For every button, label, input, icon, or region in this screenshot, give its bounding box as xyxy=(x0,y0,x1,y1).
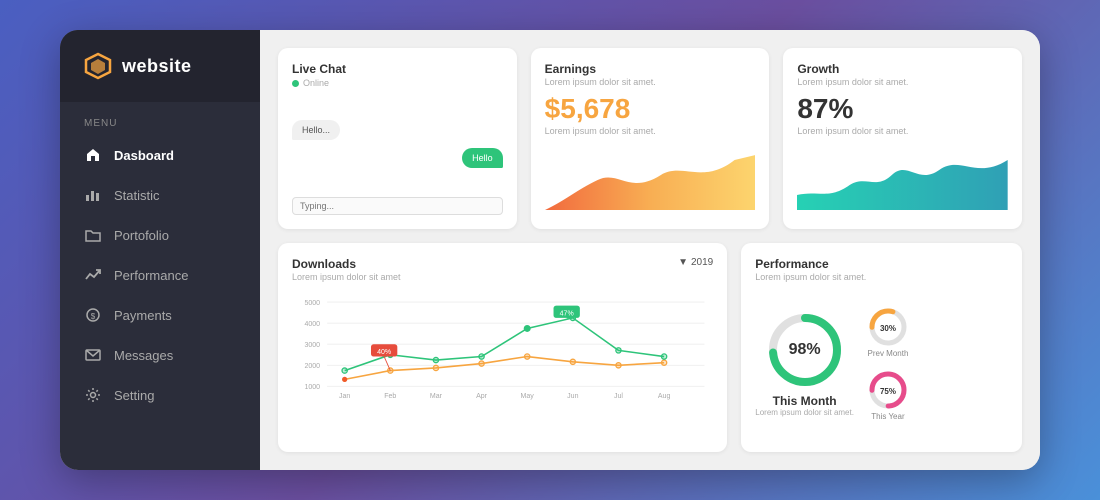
downloads-title: Downloads xyxy=(292,257,401,271)
sidebar-item-payments[interactable]: $ Payments xyxy=(60,295,260,335)
prev-month-label: Prev Month xyxy=(868,349,909,358)
chat-input[interactable] xyxy=(292,197,503,215)
downloads-card: Downloads Lorem ipsum dolor sit amet ▼ 2… xyxy=(278,243,727,452)
chat-area: Hello... Hello xyxy=(292,96,503,215)
growth-percent: 87% xyxy=(797,93,1008,125)
online-text: Online xyxy=(303,78,329,88)
growth-chart xyxy=(797,140,1008,215)
logo-text: website xyxy=(122,56,192,77)
live-chat-card: Live Chat Online Hello... Hello xyxy=(278,48,517,229)
sidebar-item-label: Dasboard xyxy=(114,148,174,163)
performance-title: Performance xyxy=(755,257,1008,271)
svg-text:75%: 75% xyxy=(880,387,896,396)
online-dot xyxy=(292,80,299,87)
svg-text:Jan: Jan xyxy=(339,393,350,400)
svg-text:$: $ xyxy=(91,312,96,321)
sidebar-item-performance[interactable]: Performance xyxy=(60,255,260,295)
svg-text:30%: 30% xyxy=(880,324,896,333)
sidebar-item-label: Messages xyxy=(114,348,173,363)
earnings-amount: $5,678 xyxy=(545,93,756,125)
svg-text:3000: 3000 xyxy=(304,342,320,349)
svg-text:4000: 4000 xyxy=(304,321,320,328)
growth-subtitle: Lorem ipsum dolor sit amet. xyxy=(797,77,1008,87)
sidebar-item-label: Setting xyxy=(114,388,154,403)
sidebar-item-statistic[interactable]: Statistic xyxy=(60,175,260,215)
home-icon xyxy=(84,146,102,164)
svg-text:40%: 40% xyxy=(377,349,391,356)
gear-icon xyxy=(84,386,102,404)
svg-text:1000: 1000 xyxy=(304,384,320,391)
perf-right: 30% Prev Month 75% This Year xyxy=(866,305,910,421)
nav-items: Dasboard Statistic Portofolio Performanc… xyxy=(60,135,260,470)
growth-card: Growth Lorem ipsum dolor sit amet. 87% L… xyxy=(783,48,1022,229)
main-donut-label: 98% xyxy=(789,341,821,359)
chat-bubble-right: Hello xyxy=(462,148,503,168)
sidebar-item-messages[interactable]: Messages xyxy=(60,335,260,375)
this-year-donut: 75% This Year xyxy=(866,368,910,421)
this-year-label: This Year xyxy=(871,412,904,421)
sidebar-item-label: Portofolio xyxy=(114,228,169,243)
earnings-chart xyxy=(545,140,756,215)
chevron-down-icon: ▼ xyxy=(678,257,688,268)
mail-icon xyxy=(84,346,102,364)
earnings-subtitle2: Lorem ipsum dolor sit amet. xyxy=(545,126,756,136)
sidebar-item-label: Payments xyxy=(114,308,172,323)
main-container: website Menu Dasboard Statistic Porto xyxy=(60,30,1040,470)
this-month-sub: Lorem ipsum dolor sit amet. xyxy=(755,408,854,417)
growth-subtitle2: Lorem ipsum dolor sit amet. xyxy=(797,126,1008,136)
downloads-subtitle: Lorem ipsum dolor sit amet xyxy=(292,272,401,282)
performance-card: Performance Lorem ipsum dolor sit amet. … xyxy=(741,243,1022,452)
downloads-header: Downloads Lorem ipsum dolor sit amet ▼ 2… xyxy=(292,257,713,282)
sidebar-item-portfolio[interactable]: Portofolio xyxy=(60,215,260,255)
folder-icon xyxy=(84,226,102,244)
svg-text:May: May xyxy=(521,393,535,400)
svg-text:Aug: Aug xyxy=(658,393,671,400)
year-badge: ▼ 2019 xyxy=(678,257,713,268)
this-month-label: This Month xyxy=(755,394,854,408)
top-cards-row: Live Chat Online Hello... Hello xyxy=(278,48,1022,229)
online-badge: Online xyxy=(292,78,503,88)
logo-icon xyxy=(84,52,112,80)
svg-text:Jun: Jun xyxy=(567,393,578,400)
sidebar: website Menu Dasboard Statistic Porto xyxy=(60,30,260,470)
svg-text:5000: 5000 xyxy=(304,300,320,307)
sidebar-item-setting[interactable]: Setting xyxy=(60,375,260,415)
perf-inner: 98% This Month Lorem ipsum dolor sit ame… xyxy=(755,288,1008,438)
downloads-chart: 5000 4000 3000 2000 1000 Jan Feb Mar Apr… xyxy=(292,286,713,438)
menu-label: Menu xyxy=(60,102,260,135)
svg-text:Feb: Feb xyxy=(384,393,396,400)
year-label: 2019 xyxy=(691,257,713,268)
svg-text:2000: 2000 xyxy=(304,363,320,370)
bar-chart-icon xyxy=(84,186,102,204)
svg-text:Jul: Jul xyxy=(614,393,623,400)
svg-text:47%: 47% xyxy=(560,310,574,317)
earnings-card: Earnings Lorem ipsum dolor sit amet. $5,… xyxy=(531,48,770,229)
svg-text:Mar: Mar xyxy=(430,393,443,400)
svg-text:Apr: Apr xyxy=(476,393,488,400)
earnings-title: Earnings xyxy=(545,62,756,76)
sidebar-item-label: Performance xyxy=(114,268,188,283)
main-donut: 98% xyxy=(765,310,845,390)
live-chat-title: Live Chat xyxy=(292,62,503,76)
prev-month-donut: 30% Prev Month xyxy=(866,305,910,358)
growth-title: Growth xyxy=(797,62,1008,76)
chat-input-row xyxy=(292,197,503,215)
sidebar-item-label: Statistic xyxy=(114,188,160,203)
performance-subtitle: Lorem ipsum dolor sit amet. xyxy=(755,272,1008,282)
bottom-cards-row: Downloads Lorem ipsum dolor sit amet ▼ 2… xyxy=(278,243,1022,452)
perf-month-section: This Month Lorem ipsum dolor sit amet. xyxy=(755,394,854,417)
trending-icon xyxy=(84,266,102,284)
logo-area: website xyxy=(60,30,260,102)
earnings-subtitle: Lorem ipsum dolor sit amet. xyxy=(545,77,756,87)
chat-bubble-left: Hello... xyxy=(292,120,340,140)
main-area: Live Chat Online Hello... Hello xyxy=(260,30,1040,470)
sidebar-item-dashboard[interactable]: Dasboard xyxy=(60,135,260,175)
dollar-icon: $ xyxy=(84,306,102,324)
